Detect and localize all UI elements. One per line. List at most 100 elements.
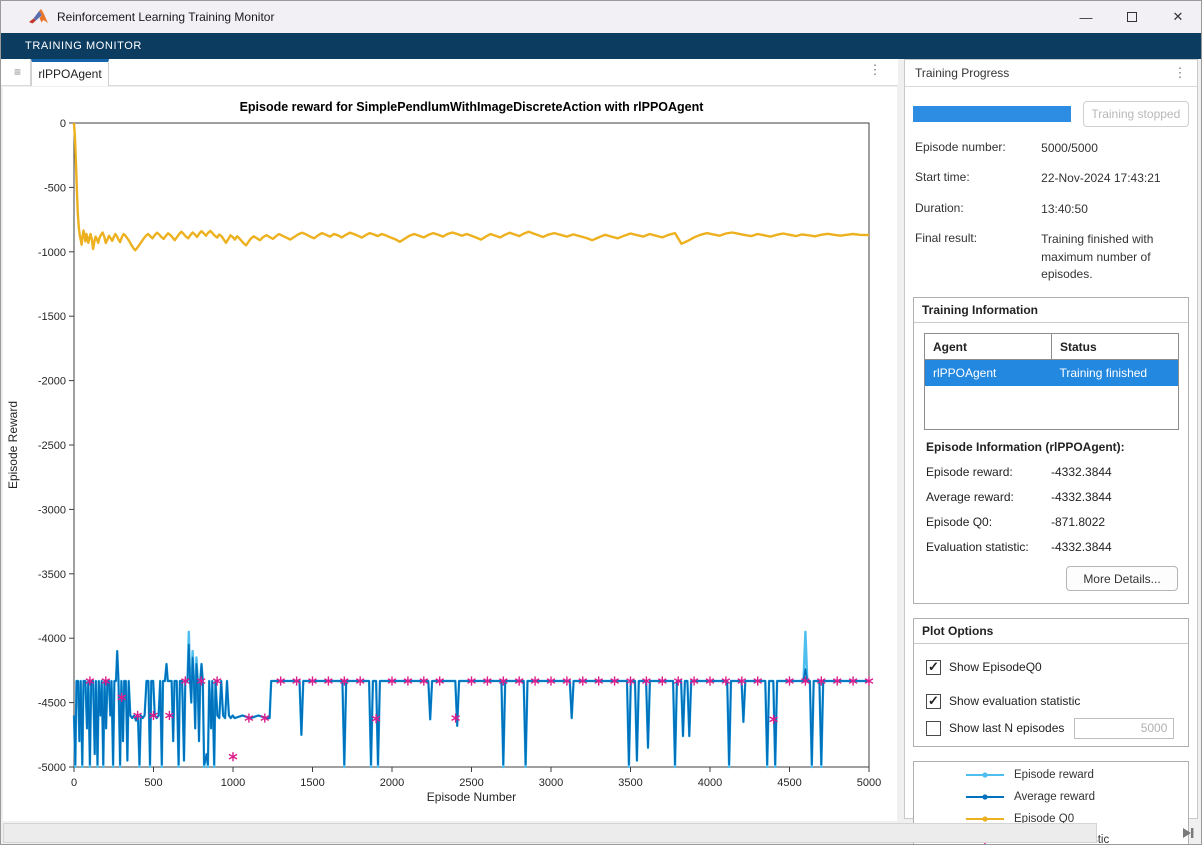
stat-label: Episode reward: xyxy=(926,465,1051,479)
show-episodeq0-checkbox[interactable]: ✓ xyxy=(926,660,941,675)
progress-row: Training stopped xyxy=(913,101,1189,127)
svg-text:-2500: -2500 xyxy=(38,440,66,452)
svg-text:1000: 1000 xyxy=(221,777,245,789)
show-episodeq0-option: ✓ Show EpisodeQ0 xyxy=(926,656,1176,678)
training-information-title: Training Information xyxy=(914,298,1188,323)
more-details-button[interactable]: More Details... xyxy=(1066,566,1178,591)
last-n-episodes-input[interactable] xyxy=(1074,718,1174,739)
svg-text:Episode Number: Episode Number xyxy=(427,790,516,804)
table-row[interactable]: rlPPOAgent Training finished xyxy=(925,360,1179,386)
field-value: Training finished with maximum number of… xyxy=(1041,231,1189,283)
chart-options-ellipsis[interactable]: ⋮ xyxy=(866,62,884,82)
stat-value: -4332.3844 xyxy=(1051,540,1112,554)
legend-item: Episode reward xyxy=(964,767,1178,783)
legend-label: Average reward xyxy=(1014,790,1095,805)
agent-status-table: Agent Status rlPPOAgent Training finishe… xyxy=(924,333,1179,430)
horizontal-scrollbar[interactable] xyxy=(3,823,1097,843)
svg-text:5000: 5000 xyxy=(857,777,881,789)
legend-item: Average reward xyxy=(964,789,1178,805)
tab-label: rlPPOAgent xyxy=(38,67,101,81)
panel-header: Training Progress ⋮ xyxy=(905,60,1197,87)
toolstrip-tab-training-monitor[interactable]: TRAINING MONITOR xyxy=(25,40,142,52)
svg-text:-1000: -1000 xyxy=(38,247,66,259)
legend-line-swatch xyxy=(964,767,1006,783)
progress-fill xyxy=(913,106,1071,122)
close-icon: ✕ xyxy=(1173,9,1184,25)
svg-text:-4500: -4500 xyxy=(38,698,66,710)
plot-options-title: Plot Options xyxy=(914,619,1188,644)
option-label: Show last N episodes xyxy=(949,721,1064,735)
stat-value: -4332.3844 xyxy=(1051,490,1112,504)
svg-text:0: 0 xyxy=(71,777,77,789)
field-label: Final result: xyxy=(915,231,1041,283)
matlab-logo-icon xyxy=(29,8,49,26)
tab-rlppoagent[interactable]: rlPPOAgent xyxy=(31,59,109,86)
field-value: 5000/5000 xyxy=(1041,140,1189,157)
field-label: Episode number: xyxy=(915,140,1041,157)
stat-value: -4332.3844 xyxy=(1051,465,1112,479)
training-information-section: Training Information Agent Status rlPPOA… xyxy=(913,297,1189,604)
field-value: 22-Nov-2024 17:43:21 xyxy=(1041,170,1189,187)
training-stopped-button[interactable]: Training stopped xyxy=(1083,101,1189,127)
stat-label: Evaluation statistic: xyxy=(926,540,1051,554)
svg-text:-2000: -2000 xyxy=(38,376,66,388)
svg-text:-1500: -1500 xyxy=(38,311,66,323)
evaluation-statistic-row: Evaluation statistic: -4332.3844 xyxy=(926,540,1176,554)
training-chart-figure: 0 -500 -1000 -1500 -2000 -2500 -3000 -3500 -4000… xyxy=(3,87,897,821)
field-value: 13:40:50 xyxy=(1041,201,1189,218)
skip-to-end-button[interactable] xyxy=(1177,823,1199,843)
option-label: Show evaluation statistic xyxy=(949,694,1080,708)
window-title: Reinforcement Learning Training Monitor xyxy=(57,10,274,24)
maximize-button[interactable] xyxy=(1109,1,1155,33)
column-header-status: Status xyxy=(1052,334,1179,360)
empty-table-space xyxy=(925,386,1179,430)
field-label: Start time: xyxy=(915,170,1041,187)
show-last-n-episodes-checkbox[interactable]: ✓ xyxy=(926,721,941,736)
svg-text:2000: 2000 xyxy=(380,777,404,789)
svg-text:-500: -500 xyxy=(44,182,66,194)
stat-label: Average reward: xyxy=(926,490,1051,504)
final-result-row: Final result: Training finished with max… xyxy=(915,231,1189,283)
column-header-agent: Agent xyxy=(925,334,1052,360)
skip-to-end-icon xyxy=(1181,827,1195,839)
panel-title: Training Progress xyxy=(915,66,1009,80)
duration-row: Duration: 13:40:50 xyxy=(915,201,1189,218)
minimize-button[interactable]: — xyxy=(1063,1,1109,33)
svg-text:-3000: -3000 xyxy=(38,504,66,516)
panel-options-ellipsis[interactable]: ⋮ xyxy=(1173,65,1187,81)
stat-label: Episode Q0: xyxy=(926,515,1051,529)
training-chart: 0 -500 -1000 -1500 -2000 -2500 -3000 -3500 -4000… xyxy=(3,87,897,821)
toolstrip: TRAINING MONITOR xyxy=(1,33,1201,59)
show-evaluation-statistic-option: ✓ Show evaluation statistic xyxy=(926,690,1176,712)
plot-options-section: Plot Options ✓ Show EpisodeQ0 ✓ Show eva… xyxy=(913,618,1189,747)
svg-text:4500: 4500 xyxy=(777,777,801,789)
svg-text:500: 500 xyxy=(144,777,162,789)
episode-information-title: Episode Information (rlPPOAgent): xyxy=(926,440,1176,454)
svg-text:2500: 2500 xyxy=(459,777,483,789)
episode-q0-row: Episode Q0: -871.8022 xyxy=(926,515,1176,529)
svg-text:3000: 3000 xyxy=(539,777,563,789)
app-window: Reinforcement Learning Training Monitor … xyxy=(0,0,1202,845)
document-tab-bar: ≡ rlPPOAgent ⋮ xyxy=(1,59,898,86)
svg-text:Episode reward for SimplePendl: Episode reward for SimplePendlumWithImag… xyxy=(240,100,705,114)
tab-menu-icon[interactable]: ≡ xyxy=(5,59,31,85)
svg-text:3500: 3500 xyxy=(618,777,642,789)
option-label: Show EpisodeQ0 xyxy=(949,660,1042,674)
maximize-icon xyxy=(1127,12,1137,22)
episode-number-row: Episode number: 5000/5000 xyxy=(915,140,1189,157)
show-evaluation-statistic-checkbox[interactable]: ✓ xyxy=(926,694,941,709)
title-bar: Reinforcement Learning Training Monitor … xyxy=(1,1,1201,33)
show-last-n-episodes-option: ✓ Show last N episodes xyxy=(926,724,1176,746)
field-label: Duration: xyxy=(915,201,1041,218)
agent-cell: rlPPOAgent xyxy=(925,360,1052,386)
episode-reward-row: Episode reward: -4332.3844 xyxy=(926,465,1176,479)
svg-text:-4000: -4000 xyxy=(38,633,66,645)
legend-label: Episode reward xyxy=(1014,768,1094,783)
minimize-icon: — xyxy=(1080,10,1093,25)
stat-value: -871.8022 xyxy=(1051,515,1105,529)
ellipsis-icon: ⋮ xyxy=(869,62,882,77)
average-reward-row: Average reward: -4332.3844 xyxy=(926,490,1176,504)
training-progress-panel: Training Progress ⋮ Training stopped Epi… xyxy=(904,59,1198,819)
close-button[interactable]: ✕ xyxy=(1155,1,1201,33)
svg-text:-3500: -3500 xyxy=(38,569,66,581)
